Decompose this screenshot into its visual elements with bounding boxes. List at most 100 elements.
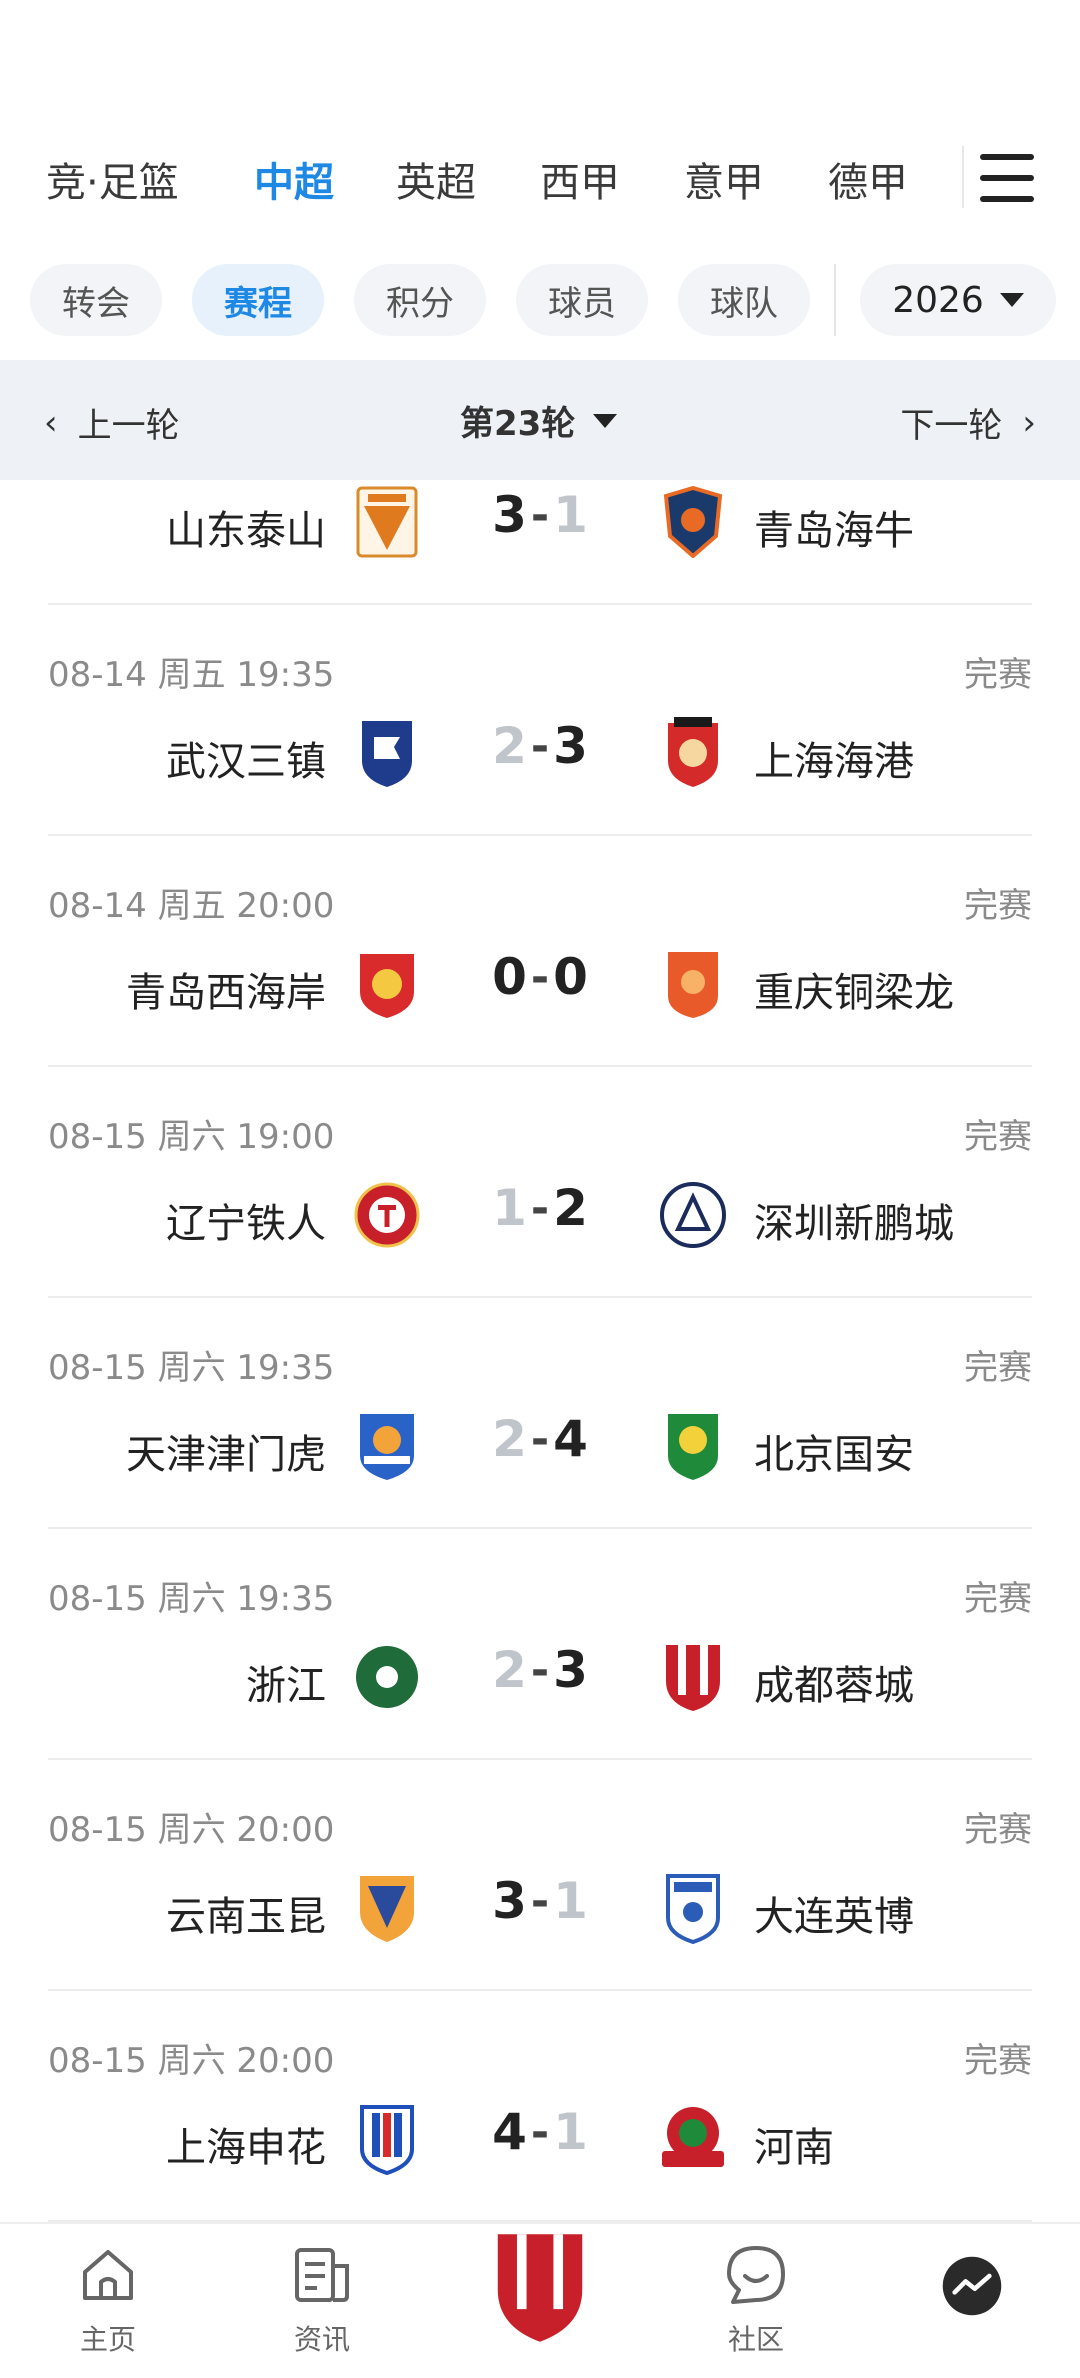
trend-circle-icon [942, 2256, 1002, 2316]
match-row[interactable]: 08-14 周五 19:35 完赛 武汉三镇 2 - 3 上海海港 [0, 605, 1080, 836]
bottom-navigation: 主页 资讯 社区 [0, 2222, 1080, 2378]
wuhan-sanzhen-crest-icon [362, 721, 412, 787]
home-score: 0 [492, 948, 527, 1006]
match-score: 2 - 3 [492, 717, 588, 775]
nav-community[interactable]: 社区 [696, 2240, 816, 2358]
dalian-yingbo-crest-icon [666, 1874, 720, 1944]
next-round-label: 下一轮 [900, 406, 1003, 446]
nav-center-brand[interactable] [480, 2230, 600, 2350]
match-row[interactable]: 08-15 周六 20:00 完赛 云南玉昆 3 - 1 大连英博 [0, 1760, 1080, 1991]
news-icon [295, 2248, 349, 2302]
chip-players[interactable]: 球员 [516, 264, 648, 336]
nav-news[interactable]: 资讯 [262, 2240, 382, 2358]
beijing-guoan-crest-icon [668, 1414, 718, 1480]
tab-xijia[interactable]: 西甲 [540, 150, 620, 208]
nav-news-label: 资讯 [293, 2323, 350, 2356]
chat-bubble-icon [727, 2246, 785, 2304]
home-score: 3 [492, 486, 527, 544]
away-team-name: 大连英博 [754, 1894, 914, 1940]
round-label: 第23轮 [460, 404, 576, 444]
sub-tab-bar: 转会 赛程 积分 球员 球队 2026 [0, 264, 1080, 338]
match-score: 3 - 1 [492, 1872, 588, 1930]
match-score: 2 - 3 [492, 1641, 588, 1699]
chip-separator [834, 264, 836, 336]
home-team-name: 山东泰山 [166, 508, 326, 554]
nav-trends[interactable] [912, 2254, 1032, 2322]
away-team-name: 青岛海牛 [754, 508, 914, 554]
match-status: 完赛 [964, 886, 1032, 926]
match-row[interactable]: 山东泰山 3 - 1 青岛海牛 [0, 480, 1080, 605]
year-value: 2026 [892, 279, 984, 321]
match-list: 山东泰山 3 - 1 青岛海牛 08-14 周五 19:35 完赛 武汉三镇 2… [0, 480, 1080, 2222]
match-row[interactable]: 08-15 周六 19:35 完赛 浙江 2 - 3 成都蓉城 [0, 1529, 1080, 1760]
home-score: 3 [492, 1872, 527, 1930]
match-status: 完赛 [964, 655, 1032, 695]
away-score: 4 [553, 1410, 588, 1468]
chip-standings[interactable]: 积分 [354, 264, 486, 336]
away-score: 3 [553, 1641, 588, 1699]
triangle-down-icon [593, 413, 618, 428]
tab-separator [962, 146, 964, 208]
chongqing-tongliang-dragon-crest-icon [668, 952, 718, 1018]
home-team-name: 上海申花 [166, 2125, 326, 2171]
chip-transfer[interactable]: 转会 [30, 264, 162, 336]
shenzhen-xinpengcheng-crest-icon [660, 1182, 726, 1248]
match-time: 08-14 周五 19:35 [48, 655, 335, 695]
home-team-name: 云南玉昆 [166, 1894, 326, 1940]
league-tab-bar: 竞·足篮 中超 英超 西甲 意甲 德甲 [0, 140, 1080, 220]
round-selector[interactable]: 第23轮 [460, 396, 618, 445]
shanghai-port-crest-icon [668, 717, 718, 787]
tab-dejia[interactable]: 德甲 [828, 150, 908, 208]
match-row[interactable]: 08-14 周五 20:00 完赛 青岛西海岸 0 - 0 重庆铜梁龙 [0, 836, 1080, 1067]
match-time: 08-14 周五 20:00 [48, 886, 335, 926]
match-status: 完赛 [964, 2041, 1032, 2081]
away-team-name: 深圳新鹏城 [754, 1201, 954, 1247]
tab-jingzulan[interactable]: 竞·足篮 [46, 150, 179, 208]
match-score: 4 - 1 [492, 2103, 588, 2161]
round-navigation: ‹ 上一轮 第23轮 下一轮 › [0, 360, 1080, 480]
home-team-name: 天津津门虎 [126, 1432, 326, 1478]
match-row[interactable]: 08-15 周六 19:00 完赛 辽宁铁人 1 - 2 深圳新鹏城 [0, 1067, 1080, 1298]
liaoning-tieren-crest-icon [354, 1182, 420, 1248]
nav-home-label: 主页 [79, 2323, 136, 2356]
brand-shield-icon [497, 2234, 583, 2342]
home-icon [83, 2250, 133, 2300]
next-round-button[interactable]: 下一轮 › [900, 398, 1036, 447]
home-team-name: 武汉三镇 [166, 739, 326, 785]
match-score: 1 - 2 [492, 1179, 588, 1237]
tab-yingchao[interactable]: 英超 [396, 150, 476, 208]
chip-schedule[interactable]: 赛程 [192, 264, 324, 336]
chip-teams[interactable]: 球队 [678, 264, 810, 336]
shanghai-shenhua-crest-icon [360, 2105, 414, 2175]
menu-icon[interactable] [980, 154, 1034, 202]
match-status: 完赛 [964, 1117, 1032, 1157]
chevron-right-icon: › [1022, 402, 1036, 443]
home-score: 2 [492, 717, 527, 775]
match-row[interactable]: 08-15 周六 20:00 完赛 上海申花 4 - 1 河南 [0, 1991, 1080, 2222]
away-team-name: 上海海港 [754, 739, 914, 785]
away-score: 3 [553, 717, 588, 775]
prev-round-button[interactable]: ‹ 上一轮 [44, 398, 180, 447]
away-score: 1 [553, 2103, 588, 2161]
qingdao-hainiu-crest-icon [663, 486, 723, 558]
nav-home[interactable]: 主页 [48, 2240, 168, 2358]
chevron-left-icon: ‹ [44, 402, 58, 443]
nav-community-label: 社区 [727, 2323, 784, 2356]
home-score: 4 [492, 2103, 527, 2161]
away-score: 1 [553, 1872, 588, 1930]
match-status: 完赛 [964, 1348, 1032, 1388]
away-team-name: 河南 [754, 2125, 834, 2171]
yunnan-yukun-crest-icon [360, 1876, 414, 1942]
away-team-name: 成都蓉城 [754, 1663, 914, 1709]
tab-yijia[interactable]: 意甲 [684, 150, 764, 208]
match-status: 完赛 [964, 1810, 1032, 1850]
match-score: 2 - 4 [492, 1410, 588, 1468]
match-time: 08-15 周六 19:00 [48, 1117, 335, 1157]
match-row[interactable]: 08-15 周六 19:35 完赛 天津津门虎 2 - 4 北京国安 [0, 1298, 1080, 1529]
tab-zhongchao[interactable]: 中超 [254, 150, 334, 208]
chengdu-rongcheng-crest-icon [666, 1645, 720, 1711]
home-score: 2 [492, 1410, 527, 1468]
match-time: 08-15 周六 19:35 [48, 1579, 335, 1619]
match-time: 08-15 周六 20:00 [48, 2041, 335, 2081]
year-selector[interactable]: 2026 [860, 264, 1056, 336]
